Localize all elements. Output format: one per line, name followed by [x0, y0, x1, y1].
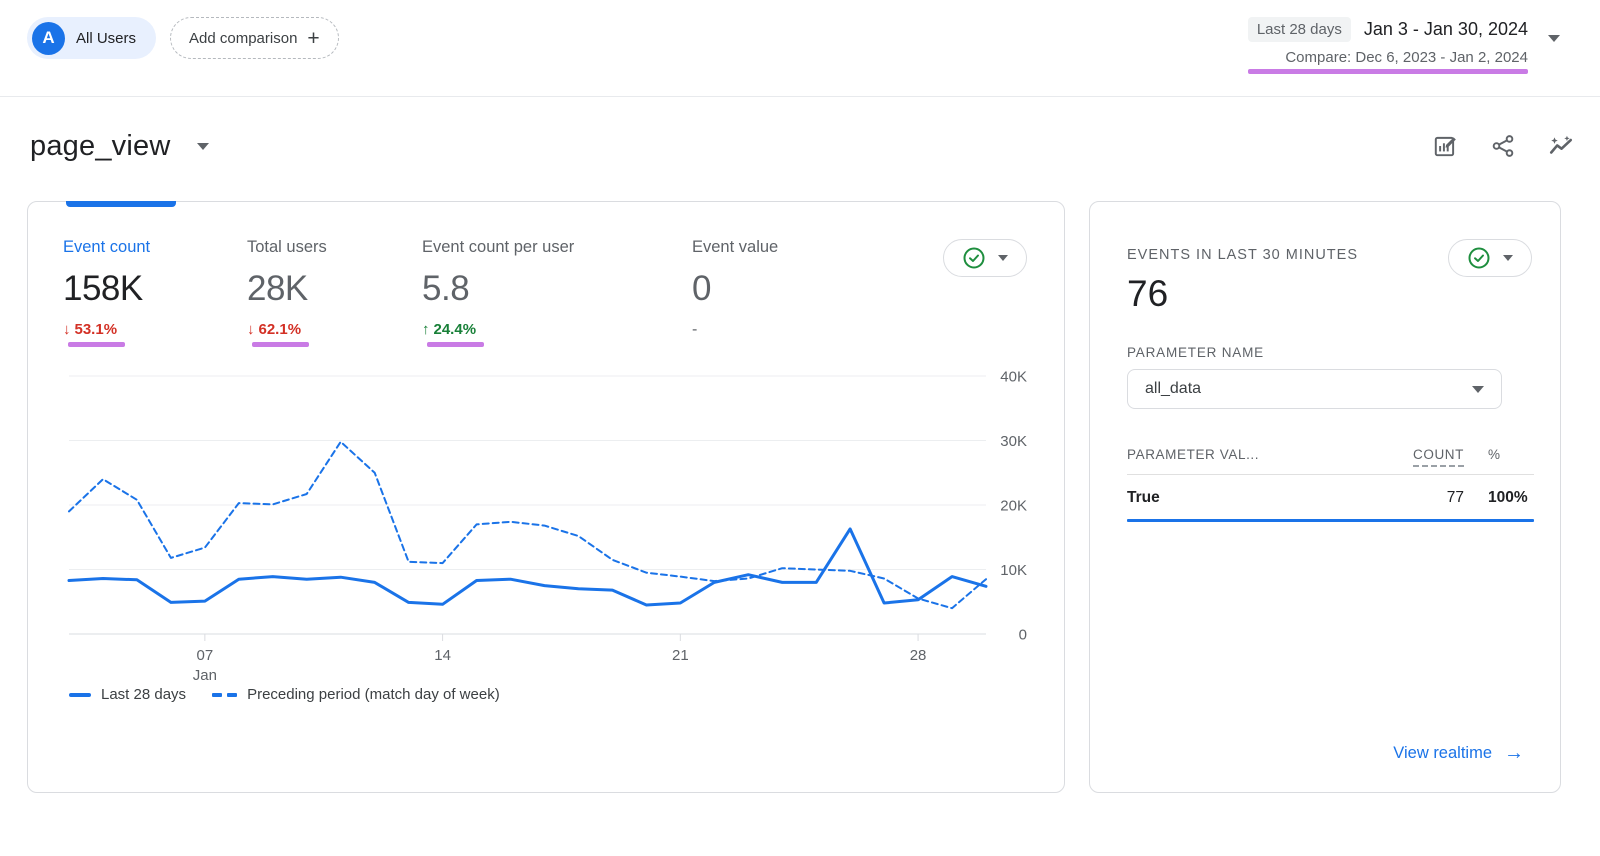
chevron-down-icon [197, 143, 209, 150]
svg-text:10K: 10K [1000, 562, 1027, 579]
annotation-underline [252, 342, 309, 347]
column-header-parameter-value: PARAMETER VAL... [1127, 447, 1376, 462]
metric-value: 0 [692, 269, 852, 309]
metric-label: Event count [63, 238, 247, 257]
chevron-down-icon [1472, 386, 1484, 393]
svg-text:Jan: Jan [193, 667, 217, 684]
parameter-select-value: all_data [1145, 380, 1201, 398]
metric-delta: - [692, 321, 852, 339]
table-divider [1127, 474, 1534, 475]
annotation-underline [68, 342, 125, 347]
metric-event-count-per-user[interactable]: Event count per user 5.8 ↑ 24.4% [422, 238, 692, 347]
insights-icon[interactable] [1548, 133, 1576, 161]
chart-legend: Last 28 days Preceding period (match day… [69, 686, 500, 703]
data-quality-menu[interactable] [943, 239, 1027, 277]
event-name-selector[interactable]: page_view [30, 130, 209, 163]
arrow-right-icon: → [1504, 742, 1524, 765]
column-header-count[interactable]: COUNT [1376, 447, 1464, 462]
svg-text:20K: 20K [1000, 498, 1027, 515]
audience-avatar: A [32, 22, 65, 55]
arrow-up-icon: ↑ [422, 321, 430, 338]
metric-label: Event count per user [422, 238, 692, 257]
metric-event-value[interactable]: Event value 0 - [692, 238, 852, 347]
metric-delta: ↓ 62.1% [247, 321, 422, 338]
customize-report-icon[interactable] [1432, 133, 1460, 161]
audience-chip-all-users[interactable]: A All Users [27, 17, 156, 59]
metric-delta: ↓ 53.1% [63, 321, 247, 338]
chevron-down-icon [998, 255, 1008, 261]
parameter-value-table: PARAMETER VAL... COUNT % True 77 100% [1127, 447, 1534, 522]
date-preset-badge: Last 28 days [1248, 17, 1351, 42]
plus-icon: + [307, 28, 319, 49]
trend-line-chart[interactable]: 40K 30K 20K 10K 0 07 Jan 14 21 28 [69, 368, 1049, 688]
view-realtime-link[interactable]: View realtime → [1393, 742, 1524, 765]
comparison-bar: A All Users Add comparison + Last 28 day… [0, 0, 1600, 97]
solid-line-swatch [69, 693, 91, 697]
metric-value: 158K [63, 269, 247, 309]
date-range-picker[interactable]: Last 28 days Jan 3 - Jan 30, 2024 Compar… [1248, 17, 1560, 74]
parameter-name-select[interactable]: all_data [1127, 369, 1502, 409]
metric-total-users[interactable]: Total users 28K ↓ 62.1% [247, 238, 422, 347]
svg-text:28: 28 [910, 647, 927, 664]
svg-text:0: 0 [1019, 627, 1027, 644]
chevron-down-icon [1503, 255, 1513, 261]
metric-value: 5.8 [422, 269, 692, 309]
realtime-card: EVENTS IN LAST 30 MINUTES 76 PARAMETER N… [1089, 201, 1561, 793]
page-title: page_view [30, 130, 170, 163]
compare-highlight-underline [1248, 69, 1528, 74]
realtime-event-count: 76 [1127, 273, 1532, 315]
svg-text:40K: 40K [1000, 369, 1027, 386]
compare-range-text: Compare: Dec 6, 2023 - Jan 2, 2024 [1285, 49, 1528, 66]
chevron-down-icon[interactable] [1548, 35, 1560, 42]
data-quality-menu[interactable] [1448, 239, 1532, 277]
legend-preceding-period: Preceding period (match day of week) [212, 686, 500, 703]
metric-tabs: Event count 158K ↓ 53.1% Total users 28K… [28, 202, 1064, 347]
share-icon[interactable] [1490, 133, 1518, 161]
active-tab-indicator [66, 201, 176, 207]
metric-label: Total users [247, 238, 422, 257]
row-percent-bar [1127, 519, 1534, 522]
add-comparison-button[interactable]: Add comparison + [170, 17, 339, 59]
parameter-name-label: PARAMETER NAME [1127, 345, 1532, 360]
metric-delta: ↑ 24.4% [422, 321, 692, 338]
add-comparison-label: Add comparison [189, 30, 297, 47]
svg-text:21: 21 [672, 647, 689, 664]
arrow-down-icon: ↓ [247, 321, 255, 338]
check-circle-icon [962, 246, 986, 270]
annotation-underline [427, 342, 484, 347]
metric-event-count[interactable]: Event count 158K ↓ 53.1% [63, 238, 247, 347]
svg-text:07: 07 [197, 647, 214, 664]
table-row[interactable]: True 77 100% [1127, 489, 1534, 507]
realtime-title: EVENTS IN LAST 30 MINUTES [1127, 239, 1358, 263]
date-range-text: Jan 3 - Jan 30, 2024 [1364, 19, 1528, 40]
legend-last-28-days: Last 28 days [69, 686, 186, 703]
arrow-down-icon: ↓ [63, 321, 71, 338]
column-header-percent: % [1464, 447, 1534, 462]
report-header: page_view [0, 97, 1600, 163]
audience-chip-label: All Users [76, 30, 136, 47]
check-circle-icon [1467, 246, 1491, 270]
event-trend-card: Event count 158K ↓ 53.1% Total users 28K… [27, 201, 1065, 793]
svg-text:14: 14 [434, 647, 451, 664]
dashed-line-swatch [212, 693, 237, 697]
svg-text:30K: 30K [1000, 433, 1027, 450]
metric-value: 28K [247, 269, 422, 309]
metric-label: Event value [692, 238, 852, 257]
